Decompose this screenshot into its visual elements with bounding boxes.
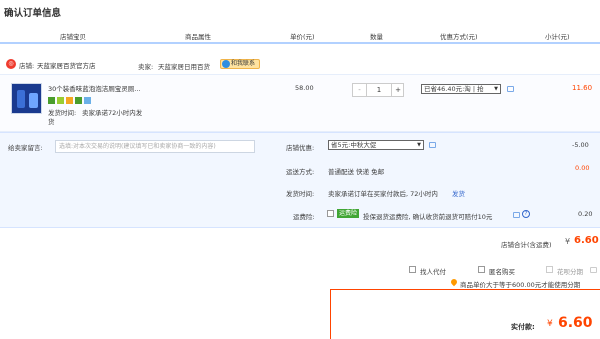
store-total-value: 6.60 xyxy=(574,235,599,246)
installment-checkbox[interactable] xyxy=(546,266,553,273)
ship-time-line1: 卖家承诺72小时内发 xyxy=(82,109,143,117)
pay-currency: ¥ xyxy=(547,319,553,329)
promo-amount: -5.00 xyxy=(572,141,589,149)
discount-info-icon[interactable] xyxy=(507,86,514,92)
seller-name-link[interactable]: 天蓝家居日用百货 xyxy=(158,61,210,71)
shop-icon: ◎ xyxy=(6,59,16,69)
service-icon-3[interactable] xyxy=(66,97,73,104)
col-header-price: 单价(元) xyxy=(290,33,315,41)
service-icon-1[interactable] xyxy=(48,97,55,104)
shop-label: 店铺: xyxy=(19,62,35,70)
location-pin-icon xyxy=(449,277,459,287)
product-title-link[interactable]: 30个装香味蓝泡泡洁厕宝灵厕... xyxy=(48,83,140,93)
service-icon-4[interactable] xyxy=(75,97,82,104)
product-thumbnail[interactable] xyxy=(11,83,42,114)
unit-price: 58.00 xyxy=(295,84,314,92)
insurance-amount: 0.20 xyxy=(578,210,593,218)
item-discount-select[interactable]: 已省46.40元:淘 | 抢 xyxy=(421,84,501,94)
promo-info-icon[interactable] xyxy=(429,142,436,148)
insurance-chat-icon[interactable] xyxy=(513,212,520,218)
qty-input[interactable]: 1 xyxy=(367,84,391,96)
store-total-label: 店铺合计(含运费) xyxy=(501,241,552,249)
insurance-tag: 运费险 xyxy=(337,209,360,218)
item-subtotal: 11.60 xyxy=(572,84,593,92)
order-table-header: 店铺宝贝 商品属性 单价(元) 数量 优惠方式(元) 小计(元) xyxy=(0,28,600,44)
ship-time-line2: 货 xyxy=(48,118,55,126)
promo-label: 店铺优惠: xyxy=(286,144,315,152)
insurance-label: 运费险: xyxy=(293,213,315,221)
chat-icon xyxy=(222,60,230,68)
payment-summary-panel xyxy=(330,289,600,339)
shipping-label: 运送方式: xyxy=(286,168,315,176)
quantity-stepper: - 1 + xyxy=(352,83,404,97)
pay-total: 6.60 xyxy=(558,315,593,331)
agent-pay-checkbox[interactable] xyxy=(409,266,416,273)
service-icon-2[interactable] xyxy=(57,97,64,104)
help-icon[interactable]: ? xyxy=(522,210,530,218)
installment-label: 花呗分期 xyxy=(557,268,583,276)
agent-pay-label: 找人代付 xyxy=(420,268,446,276)
insurance-value: 投保退货运费险, 确认收货前退货可赔付10元 xyxy=(363,213,493,221)
message-input[interactable]: 选填:对本次交易的说明(建议填写已和卖家协商一致的内容) xyxy=(55,140,255,153)
delivery-value: 卖家承诺订单在买家付款后, 72小时内 xyxy=(328,190,438,198)
service-icon-5[interactable] xyxy=(84,97,91,104)
anonymous-label: 匿名购买 xyxy=(489,268,515,276)
col-header-subtotal: 小计(元) xyxy=(545,33,570,41)
contact-seller-label: 和我联系 xyxy=(231,60,256,67)
qty-plus-button[interactable]: + xyxy=(391,84,404,96)
insurance-checkbox[interactable] xyxy=(327,210,334,217)
col-header-item: 店铺宝贝 xyxy=(60,33,86,41)
installment-info-icon[interactable] xyxy=(590,267,597,273)
pay-label: 实付款: xyxy=(511,323,535,331)
item-discount-value: 已省46.40元:淘 | 抢 xyxy=(424,85,484,93)
installment-note: 商品单价大于等于600.00元才能使用分期 xyxy=(460,281,581,289)
qty-minus-button[interactable]: - xyxy=(353,84,367,96)
col-header-qty: 数量 xyxy=(370,33,383,41)
col-header-attr: 商品属性 xyxy=(185,33,211,41)
message-label: 给卖家留言: xyxy=(8,144,43,152)
delivery-label: 发货时间: xyxy=(286,190,315,198)
page-title: 确认订单信息 xyxy=(4,8,62,19)
shop-name-link[interactable]: 天蓝家居百货官方店 xyxy=(37,60,96,70)
seller-label: 卖家: xyxy=(138,63,154,71)
contact-seller-button[interactable]: 和我联系 xyxy=(220,59,260,69)
anonymous-checkbox[interactable] xyxy=(478,266,485,273)
store-total-currency: ¥ xyxy=(565,237,571,246)
promo-select[interactable]: 省5元:中秋大促 xyxy=(328,140,424,150)
promo-select-value: 省5元:中秋大促 xyxy=(331,141,377,149)
shipping-amount: 0.00 xyxy=(575,164,590,172)
col-header-discount: 优惠方式(元) xyxy=(440,33,478,41)
shipping-value: 普通配送 快递 免邮 xyxy=(328,168,385,176)
delivery-link[interactable]: 发货 xyxy=(452,188,465,198)
